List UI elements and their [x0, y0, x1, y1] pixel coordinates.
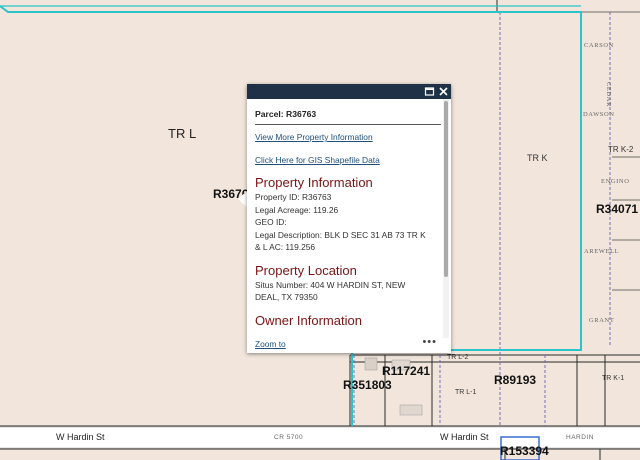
popup-scrollbar[interactable] [443, 99, 449, 338]
popup-titlebar [247, 84, 451, 99]
parcel-label: R89193 [494, 373, 537, 387]
road-label: W Hardin St [440, 432, 489, 442]
street-label: CEDAR [605, 82, 612, 108]
road-label: W Hardin St [56, 432, 105, 442]
legal-acreage: Legal Acreage: 119.26 [255, 204, 339, 215]
parcel-popup: Parcel: R36763 View More Property Inform… [247, 84, 451, 353]
geo-id: GEO ID: [255, 217, 287, 227]
tract-label: TR K-1 [602, 375, 625, 382]
parcel-label: R117241 [382, 364, 431, 378]
popup-title: Parcel: R36763 [255, 109, 317, 119]
legal-description: Legal Description: BLK D SEC 31 AB 73 TR… [255, 229, 426, 240]
tract-label: TR L-2 [447, 354, 469, 361]
zoom-to-link[interactable]: Zoom to [255, 339, 286, 349]
tract-label: TR L-1 [455, 389, 477, 396]
popup-footer: Zoom to ••• [255, 336, 441, 352]
street-label: GRANT [589, 317, 615, 324]
road-label: HARDIN [566, 434, 594, 441]
situs-number-cont: DEAL, TX 79350 [255, 292, 318, 302]
popup-content[interactable]: Parcel: R36763 View More Property Inform… [255, 99, 441, 336]
street-label: DAWSON [583, 111, 615, 118]
tract-label: TR K [527, 153, 548, 163]
situs-number: Situs Number: 404 W HARDIN ST, NEW [255, 279, 406, 290]
legal-description-cont: & L AC: 119.256 [255, 242, 316, 252]
owner-information-heading: Owner Information [255, 312, 362, 328]
view-more-property-link[interactable]: View More Property Information [255, 131, 441, 143]
parcel-label: R34071 [596, 202, 639, 216]
parcel-label: R153394 [500, 444, 549, 458]
property-id: Property ID: R36763 [255, 192, 332, 202]
street-label: CARSON [584, 42, 614, 49]
close-icon[interactable] [437, 85, 450, 98]
building [364, 357, 378, 371]
property-information-heading: Property Information [255, 175, 373, 190]
tract-label: TR L [168, 126, 197, 141]
building [399, 404, 423, 416]
gis-shapefile-link[interactable]: Click Here for GIS Shapefile Data [255, 154, 441, 166]
property-location-heading: Property Location [255, 262, 357, 278]
maximize-icon[interactable] [423, 85, 436, 98]
road-label: CR 5700 [274, 434, 304, 441]
street-label: AREWELL [584, 248, 620, 255]
more-options-icon[interactable]: ••• [422, 336, 437, 348]
street-label: ENGINO [601, 178, 630, 185]
tract-label: TR K-2 [608, 145, 634, 154]
scrollbar-thumb[interactable] [444, 101, 448, 277]
parcel-label: R351803 [343, 378, 392, 392]
popup-divider [255, 124, 441, 125]
